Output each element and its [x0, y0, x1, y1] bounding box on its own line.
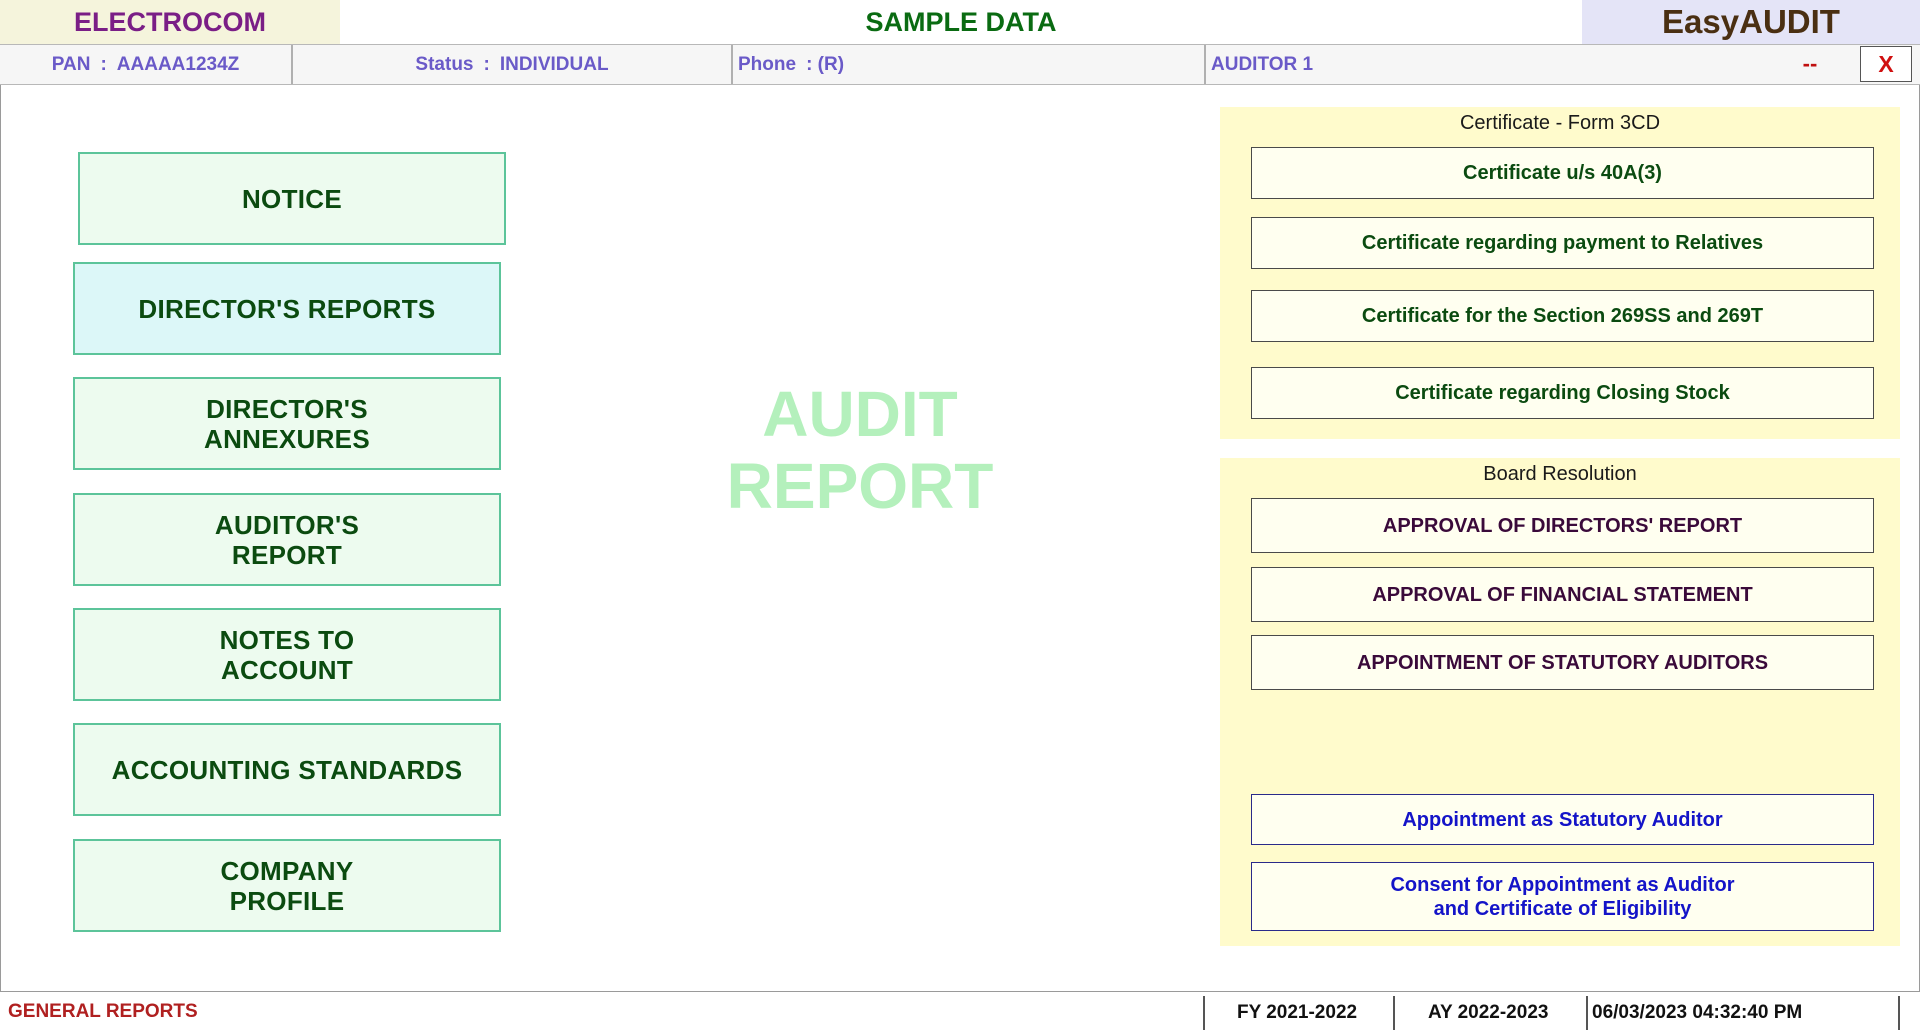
phone-value: : (R)	[806, 53, 845, 75]
main-area: NOTICE DIRECTOR'S REPORTS DIRECTOR'S ANN…	[0, 85, 1920, 992]
status-divider	[1898, 996, 1900, 1030]
auditors-report-button[interactable]: AUDITOR'S REPORT	[73, 493, 501, 586]
certificate-40a3-button[interactable]: Certificate u/s 40A(3)	[1251, 147, 1874, 199]
company-name: ELECTROCOM	[0, 0, 340, 44]
notes-to-account-button[interactable]: NOTES TO ACCOUNT	[73, 608, 501, 701]
notice-button[interactable]: NOTICE	[78, 152, 506, 245]
certificate-closing-stock-button[interactable]: Certificate regarding Closing Stock	[1251, 367, 1874, 419]
auditor-info: AUDITOR 1	[1206, 45, 1862, 84]
phone-info: Phone : (R)	[733, 45, 1206, 84]
financial-year: FY 2021-2022	[1237, 1002, 1358, 1023]
consent-eligibility-button[interactable]: Consent for Appointment as Auditor and C…	[1251, 862, 1874, 931]
status-divider	[1393, 996, 1395, 1030]
pan-value: AAAAA1234Z	[116, 53, 240, 75]
board-resolution-title: Board Resolution	[1483, 463, 1637, 485]
directors-annexures-button[interactable]: DIRECTOR'S ANNEXURES	[73, 377, 501, 470]
directors-reports-button[interactable]: DIRECTOR'S REPORTS	[73, 262, 501, 355]
minimize-button[interactable]: --	[1790, 46, 1830, 82]
app-name: EasyAUDIT	[1582, 0, 1920, 44]
close-button[interactable]: X	[1860, 46, 1912, 82]
status-divider	[1203, 996, 1205, 1030]
certificate-panel: Certificate - Form 3CD Certificate u/s 4…	[1220, 107, 1900, 439]
status-value: INDIVIDUAL	[499, 53, 609, 75]
audit-report-watermark: AUDIT REPORT	[700, 378, 1020, 528]
pan-info: PAN : AAAAA1234Z	[0, 45, 293, 84]
appointment-statutory-auditor-button[interactable]: Appointment as Statutory Auditor	[1251, 794, 1874, 845]
status-divider	[1586, 996, 1588, 1030]
company-profile-button[interactable]: COMPANY PROFILE	[73, 839, 501, 932]
info-bar: PAN : AAAAA1234Z Status : INDIVIDUAL Pho…	[0, 44, 1920, 85]
accounting-standards-button[interactable]: ACCOUNTING STANDARDS	[73, 723, 501, 816]
phone-label: Phone	[738, 53, 797, 75]
watermark-line-1: AUDIT	[762, 378, 958, 450]
watermark-line-2: REPORT	[726, 450, 994, 522]
date-time: 06/03/2023 04:32:40 PM	[1592, 1002, 1803, 1023]
approval-directors-report-button[interactable]: APPROVAL OF DIRECTORS' REPORT	[1251, 498, 1874, 553]
certificate-269ss-269t-button[interactable]: Certificate for the Section 269SS and 26…	[1251, 290, 1874, 342]
certificate-relatives-button[interactable]: Certificate regarding payment to Relativ…	[1251, 217, 1874, 269]
auditor-name: AUDITOR 1	[1211, 53, 1314, 75]
approval-financial-statement-button[interactable]: APPROVAL OF FINANCIAL STATEMENT	[1251, 567, 1874, 622]
assessment-year: AY 2022-2023	[1428, 1002, 1549, 1023]
appointment-panel: Appointment as Statutory Auditor Consent…	[1220, 766, 1900, 946]
module-name: GENERAL REPORTS	[8, 1001, 198, 1022]
certificate-panel-title: Certificate - Form 3CD	[1459, 112, 1661, 134]
appointment-statutory-auditors-button[interactable]: APPOINTMENT OF STATUTORY AUDITORS	[1251, 635, 1874, 690]
pan-label: PAN	[51, 53, 91, 75]
status-separator: :	[483, 53, 490, 75]
status-label: Status	[415, 53, 474, 75]
status-info: Status : INDIVIDUAL	[293, 45, 733, 84]
board-resolution-panel: Board Resolution APPROVAL OF DIRECTORS' …	[1220, 458, 1900, 791]
dataset-title: SAMPLE DATA	[865, 6, 1057, 37]
pan-separator: :	[100, 53, 107, 75]
